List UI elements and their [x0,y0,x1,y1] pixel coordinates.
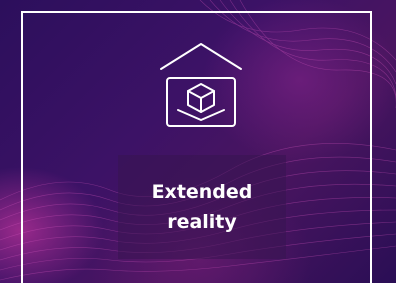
card-title-line-1: Extended [151,181,253,203]
card-title-line-2: reality [167,211,237,233]
xr-cube-box-icon [160,43,242,127]
card-label: Extended reality [118,155,286,259]
extended-reality-card[interactable]: Extended reality [0,0,396,283]
